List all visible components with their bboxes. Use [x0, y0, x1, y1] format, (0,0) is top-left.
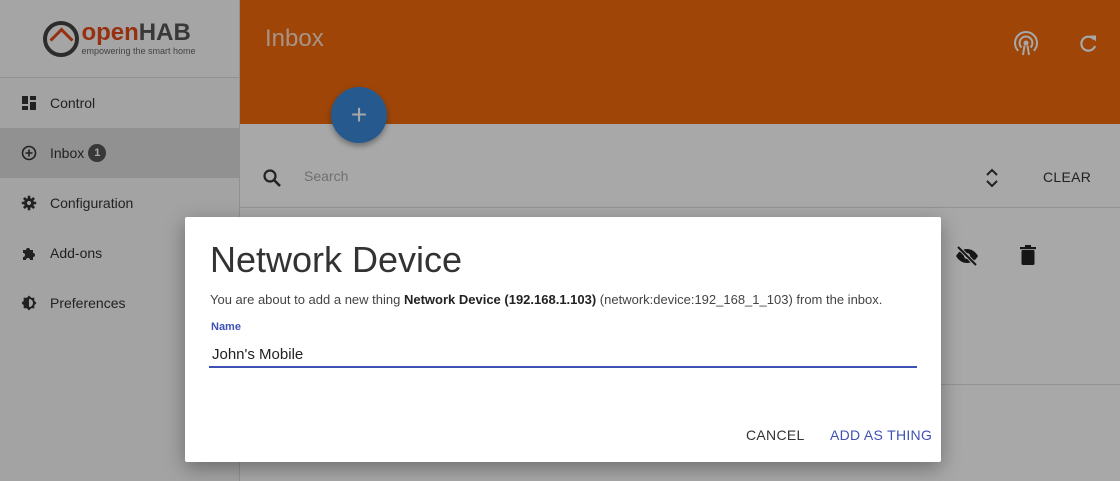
cancel-button[interactable]: CANCEL [746, 427, 805, 443]
dialog-title: Network Device [210, 239, 463, 280]
add-as-thing-button[interactable]: ADD AS THING [830, 427, 932, 443]
add-thing-dialog: Network Device You are about to add a ne… [185, 217, 941, 462]
name-field-label: Name [211, 321, 241, 333]
name-field[interactable] [209, 342, 917, 368]
dialog-message-prefix: You are about to add a new thing [210, 292, 404, 307]
dialog-message-thing: Network Device (192.168.1.103) [403, 292, 597, 307]
dialog-message-suffix: (network:device:192_168_1_103) from the … [596, 292, 883, 307]
dialog-message: You are about to add a new thing Network… [210, 292, 882, 307]
